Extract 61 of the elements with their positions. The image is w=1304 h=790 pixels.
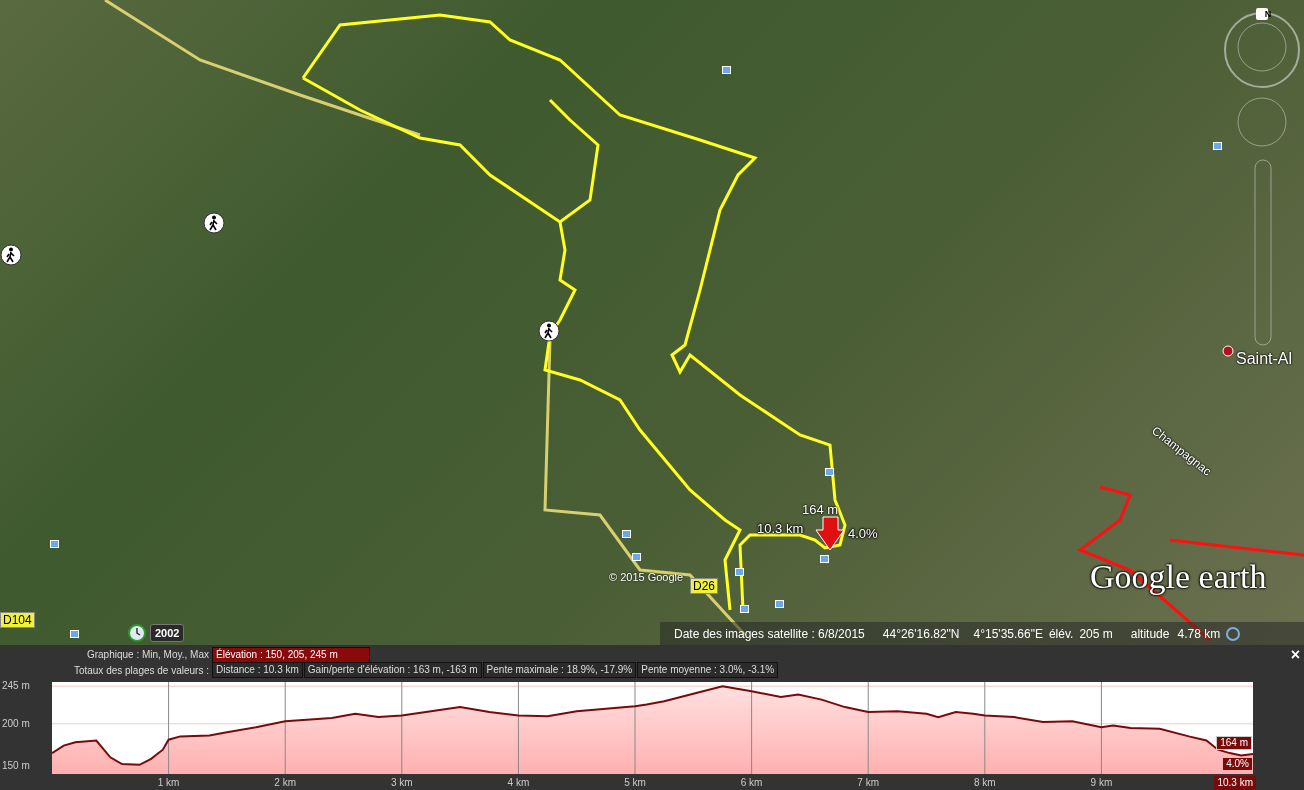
chart-slope-badge: 4.0% — [1223, 758, 1252, 770]
altitude-label: altitude — [1130, 625, 1170, 643]
track-slope-label: 4.0% — [848, 527, 878, 540]
photo-marker-icon[interactable] — [622, 530, 631, 538]
hiker-icon[interactable] — [0, 244, 22, 266]
elevation-text: 205 m — [1079, 625, 1113, 643]
imagery-date-text: Date des images satellite : 6/8/2015 — [674, 625, 865, 643]
x-axis-label: 7 km — [857, 778, 880, 788]
photo-marker-icon[interactable] — [632, 553, 641, 561]
y-axis-label: 245 m — [2, 681, 30, 692]
loading-ring-icon — [1226, 626, 1241, 641]
photo-marker-icon[interactable] — [820, 555, 829, 563]
chart-distance-badge: 10.3 km — [1214, 776, 1256, 790]
photo-marker-icon[interactable] — [825, 468, 834, 476]
compass-icon[interactable] — [1224, 8, 1300, 88]
hiker-icon[interactable] — [538, 320, 560, 342]
x-axis-label: 5 km — [624, 778, 646, 788]
altitude-text: 4.78 km — [1177, 625, 1221, 643]
hiker-icon[interactable] — [203, 212, 225, 234]
x-axis-label: 6 km — [740, 778, 763, 788]
elevation-stat-tab[interactable]: Élévation : 150, 205, 245 m — [212, 646, 370, 663]
photo-marker-icon[interactable] — [740, 605, 749, 613]
photo-marker-icon[interactable] — [50, 540, 59, 548]
longitude-text: 4°15'35.66"E — [973, 625, 1043, 643]
totals-stat: Pente moyenne : 3.0%, -3.1% — [637, 662, 779, 678]
place-dot-icon — [1222, 345, 1234, 357]
photo-marker-icon[interactable] — [775, 600, 784, 608]
track-distance-label: 10.3 km — [757, 522, 804, 535]
road-label-text: 6 — [708, 579, 716, 593]
place-label: Saint-Al — [1236, 351, 1293, 367]
road-label-text: D104 — [3, 613, 32, 627]
totals-stat: Pente maximale : 18.9%, -17.9% — [482, 662, 637, 678]
x-axis-label: 2 km — [274, 778, 297, 788]
photo-marker-icon[interactable] — [735, 568, 744, 576]
chart-elevation-badge: 164 m — [1216, 736, 1252, 750]
position-arrow-icon — [815, 516, 845, 551]
zoom-slider-icon[interactable] — [1254, 159, 1272, 346]
copyright-text: © 2015 Google — [609, 572, 684, 583]
totals-label: Totaux des plages de valeurs : — [72, 663, 210, 678]
latitude-text: 44°26'16.82"N — [882, 625, 960, 643]
x-axis-label: 1 km — [157, 778, 180, 788]
clock-icon[interactable] — [128, 624, 146, 642]
x-axis-label: 8 km — [974, 778, 996, 788]
photo-marker-icon[interactable] — [1213, 142, 1222, 150]
close-button[interactable]: × — [1290, 647, 1300, 663]
photo-marker-icon[interactable] — [70, 630, 79, 638]
totals-stat: Gain/perte d'élévation : 163 m, -163 m — [303, 662, 482, 678]
compass-north-label: N — [1263, 8, 1273, 20]
road-label-text: D2 — [693, 579, 709, 593]
graph-label: Graphique : Min, Moy., Max — [85, 648, 210, 662]
elevation-label: élév. — [1048, 625, 1074, 643]
x-axis-label: 4 km — [507, 778, 530, 788]
photo-marker-icon[interactable] — [722, 66, 731, 74]
historical-imagery-year-button[interactable]: 2002 — [150, 624, 185, 642]
look-control-icon[interactable] — [1237, 97, 1287, 147]
track-elevation-label: 164 m — [802, 503, 839, 516]
x-axis-label: 3 km — [390, 778, 413, 788]
y-axis-label: 150 m — [2, 760, 30, 771]
y-axis-label: 200 m — [2, 718, 30, 729]
totals-stat: Distance : 10.3 km — [212, 662, 303, 678]
x-axis-label: 9 km — [1090, 778, 1113, 788]
